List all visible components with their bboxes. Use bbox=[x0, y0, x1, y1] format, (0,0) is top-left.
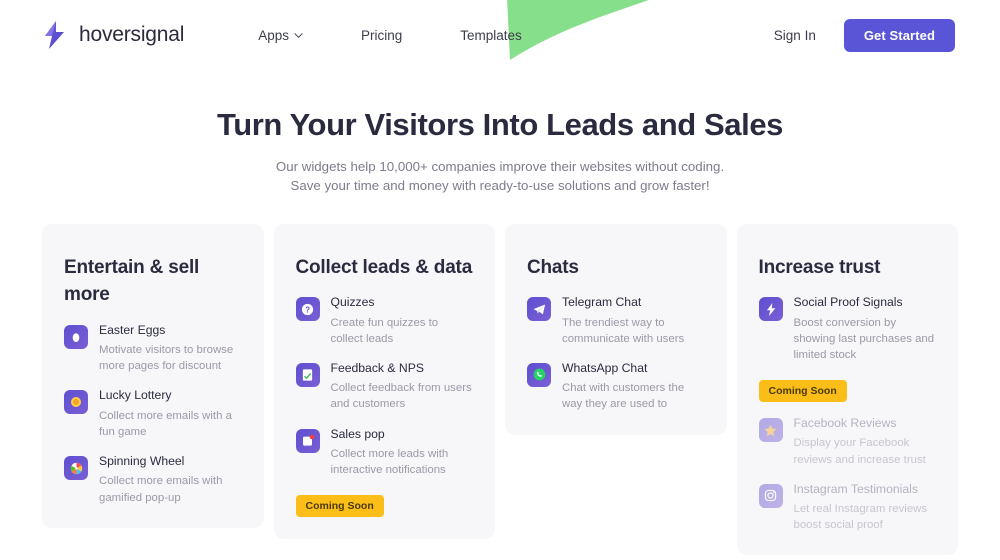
notification-popup-icon bbox=[295, 428, 320, 453]
feature-text: Spinning Wheel Collect more emails with g… bbox=[99, 454, 242, 506]
feature-item[interactable]: Instagram Testimonials Let real Instagram… bbox=[758, 482, 937, 534]
feature-cards-grid: Entertain & sell more Easter Eggs Motivate… bbox=[0, 223, 1000, 556]
feature-description: Display your Facebook reviews and increa… bbox=[793, 437, 926, 466]
feature-card: Increase trust Social Proof Signals Boost … bbox=[736, 223, 958, 556]
get-started-button[interactable]: Get Started bbox=[843, 18, 955, 52]
star-icon bbox=[758, 418, 783, 443]
feature-name: Feedback & NPS bbox=[330, 360, 424, 375]
nav-item-templates-label: Templates bbox=[460, 27, 522, 43]
main-nav: Apps Pricing Templates bbox=[258, 28, 522, 43]
feature-card: Collect leads & data? Quizzes Create fun q… bbox=[273, 223, 495, 540]
feature-item[interactable]: Spinning Wheel Collect more emails with g… bbox=[64, 454, 242, 506]
feature-item[interactable]: Facebook Reviews Display your Facebook re… bbox=[758, 416, 937, 468]
hero-subtitle: Our widgets help 10,000+ companies impro… bbox=[0, 157, 1000, 196]
feature-description: Collect more emails with a fun game bbox=[99, 409, 232, 438]
feature-text: Instagram Testimonials Let real Instagram… bbox=[794, 482, 937, 534]
feature-card: Chats Telegram Chat The trendiest way to c… bbox=[505, 223, 727, 435]
feature-description: Collect more leads with interactive noti… bbox=[330, 447, 449, 476]
page-title: Turn Your Visitors Into Leads and Sales bbox=[216, 107, 784, 142]
coming-soon-badge: Coming Soon bbox=[758, 380, 847, 403]
feature-card: Entertain & sell more Easter Eggs Motivate… bbox=[42, 223, 264, 528]
nav-item-pricing-label: Pricing bbox=[360, 27, 403, 43]
instagram-icon bbox=[758, 483, 783, 508]
feature-description: Motivate visitors to browse more pages f… bbox=[99, 344, 234, 373]
feature-description: Collect feedback from users and customer… bbox=[330, 382, 472, 411]
feature-text: Telegram Chat The trendiest way to commun… bbox=[562, 295, 705, 347]
feature-name: Telegram Chat bbox=[562, 295, 642, 310]
lightning-bolt-icon bbox=[758, 297, 783, 322]
feature-name: Facebook Reviews bbox=[793, 416, 897, 431]
feature-text: Quizzes Create fun quizzes to collect lea… bbox=[331, 295, 474, 347]
svg-text:?: ? bbox=[305, 305, 310, 314]
header-actions: Sign In Get Started bbox=[774, 18, 955, 52]
question-mark-icon: ? bbox=[295, 297, 320, 322]
hero-subtitle-line1: Our widgets help 10,000+ companies impro… bbox=[275, 159, 725, 175]
feature-name: WhatsApp Chat bbox=[562, 360, 648, 375]
feature-name: Spinning Wheel bbox=[99, 454, 185, 469]
feature-card-title: Entertain & sell more bbox=[64, 256, 200, 306]
brand-name: hoversignal bbox=[79, 23, 185, 46]
feature-name: Quizzes bbox=[330, 295, 375, 310]
coming-soon-badge: Coming Soon bbox=[295, 495, 384, 518]
feature-name: Lucky Lottery bbox=[99, 388, 172, 403]
feature-name: Sales pop bbox=[330, 426, 385, 441]
feature-description: Let real Instagram reviews boost social … bbox=[793, 502, 928, 532]
feature-card-title: Chats bbox=[527, 256, 579, 278]
feature-description: The trendiest way to communicate with us… bbox=[562, 316, 685, 345]
feature-description: Collect more emails with gamified pop-up bbox=[99, 475, 223, 504]
feature-item[interactable]: Social Proof Signals Boost conversion by … bbox=[758, 295, 937, 363]
feature-item[interactable]: WhatsApp Chat Chat with customers the way… bbox=[527, 361, 705, 413]
whatsapp-icon bbox=[527, 362, 551, 387]
feature-description: Boost conversion by showing last purchas… bbox=[793, 316, 935, 361]
nav-item-apps-label: Apps bbox=[258, 27, 289, 43]
feature-text: WhatsApp Chat Chat with customers the way… bbox=[562, 361, 705, 413]
easter-egg-icon bbox=[64, 324, 88, 349]
nav-item-apps[interactable]: Apps bbox=[258, 28, 303, 43]
lottery-coin-icon bbox=[64, 390, 88, 415]
spinning-wheel-icon bbox=[64, 456, 88, 481]
chevron-down-icon bbox=[294, 31, 303, 40]
feature-name: Social Proof Signals bbox=[793, 295, 903, 310]
feature-text: Lucky Lottery Collect more emails with a … bbox=[99, 388, 242, 440]
feature-text: Facebook Reviews Display your Facebook re… bbox=[794, 416, 937, 468]
feature-name: Easter Eggs bbox=[99, 322, 166, 337]
clipboard-check-icon bbox=[295, 362, 320, 387]
feature-item[interactable]: Telegram Chat The trendiest way to commun… bbox=[527, 295, 705, 347]
brand-logo[interactable]: hoversignal bbox=[42, 20, 184, 50]
nav-item-pricing[interactable]: Pricing bbox=[361, 28, 402, 43]
feature-card-title: Increase trust bbox=[758, 256, 881, 278]
telegram-icon bbox=[527, 297, 551, 322]
feature-card-title: Collect leads & data bbox=[295, 256, 473, 278]
feature-item[interactable]: Lucky Lottery Collect more emails with a … bbox=[64, 388, 242, 440]
feature-description: Create fun quizzes to collect leads bbox=[330, 316, 439, 345]
feature-item[interactable]: Sales pop Collect more leads with interac… bbox=[295, 427, 474, 479]
hero-section: Turn Your Visitors Into Leads and Sales … bbox=[0, 106, 1000, 196]
feature-item[interactable]: Easter Eggs Motivate visitors to browse m… bbox=[64, 323, 242, 375]
site-header: hoversignal Apps Pricing Templates Sign … bbox=[0, 0, 1000, 70]
feature-name: Instagram Testimonials bbox=[793, 481, 918, 496]
feature-text: Sales pop Collect more leads with interac… bbox=[331, 427, 474, 479]
feature-description: Chat with customers the way they are use… bbox=[562, 382, 685, 411]
feature-text: Social Proof Signals Boost conversion by … bbox=[794, 295, 937, 363]
feature-text: Feedback & NPS Collect feedback from user… bbox=[331, 361, 474, 413]
feature-item[interactable]: Feedback & NPS Collect feedback from user… bbox=[295, 361, 474, 413]
feature-item[interactable]: ? Quizzes Create fun quizzes to collect le… bbox=[295, 295, 474, 347]
feature-text: Easter Eggs Motivate visitors to browse m… bbox=[99, 323, 242, 375]
nav-item-templates[interactable]: Templates bbox=[460, 28, 522, 43]
lightning-bolt-icon bbox=[42, 20, 68, 50]
sign-in-link[interactable]: Sign In bbox=[774, 28, 816, 43]
hero-subtitle-line2: Save your time and money with ready-to-u… bbox=[290, 178, 710, 194]
